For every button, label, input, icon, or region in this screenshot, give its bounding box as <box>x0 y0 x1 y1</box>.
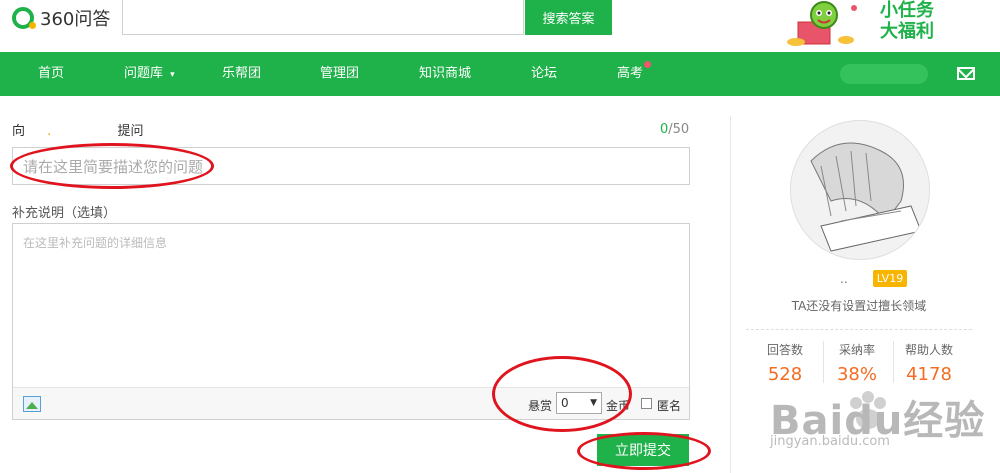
stat-answers-label: 回答数 <box>766 343 803 357</box>
anonymous-checkbox[interactable] <box>641 398 652 409</box>
stat-helped-value: 4178 <box>906 364 952 385</box>
insert-image-icon[interactable] <box>23 396 41 412</box>
nav-gaokao[interactable]: 高考 <box>617 52 652 96</box>
avatar-illustration <box>791 121 929 259</box>
anonymous-label: 匿名 <box>657 399 682 413</box>
logo-text: 360问答 <box>40 9 111 30</box>
page: 360问答 搜索答案 小任务 大福利 首页 问题库 ▾ 乐帮团 管理团 知识商城… <box>0 0 1000 473</box>
search-button[interactable]: 搜索答案 <box>525 0 612 35</box>
stat-answers: 回答数 528 <box>748 341 822 385</box>
char-count-max: /50 <box>668 122 690 137</box>
nav-question-bank[interactable]: 问题库 ▾ <box>124 52 175 96</box>
user-area-blurred[interactable] <box>840 64 928 84</box>
stat-adoption-rate: 采纳率 38% <box>820 341 894 385</box>
ask-to-suffix: 提问 <box>117 124 144 139</box>
char-counter: 0/50 <box>660 122 689 137</box>
expertise-text: TA还没有设置过擅长领域 <box>791 299 927 313</box>
supplement-label: 补充说明（选填） <box>12 206 117 221</box>
nav-knowledge-mall[interactable]: 知识商城 <box>419 52 471 96</box>
avatar[interactable] <box>790 120 930 260</box>
mascot-icon <box>787 1 857 46</box>
username[interactable]: .. <box>840 272 848 286</box>
notification-dot <box>644 61 652 68</box>
level-badge: LV19 <box>873 270 907 287</box>
nav-gaokao-label: 高考 <box>617 66 644 81</box>
promo-text: 小任务 大福利 <box>880 0 934 42</box>
stat-adoption-value: 38% <box>836 364 877 385</box>
watermark-url: jingyan.baidu.com <box>770 434 890 449</box>
sidebar-divider <box>730 116 731 473</box>
annotation-circle-reward <box>492 356 632 432</box>
annotation-circle-submit <box>577 432 711 470</box>
supplement-placeholder: 在这里补充问题的详细信息 <box>23 236 168 250</box>
site-logo[interactable]: 360问答 <box>12 6 110 30</box>
nav-admin-group[interactable]: 管理团 <box>320 52 359 96</box>
main-nav: 首页 问题库 ▾ 乐帮团 管理团 知识商城 论坛 高考 <box>0 52 1000 96</box>
stats-separator <box>746 329 972 330</box>
ask-to-label: 向 . 提问 <box>12 120 143 139</box>
stat-adoption-label: 采纳率 <box>838 343 875 357</box>
nav-question-bank-label: 问题库 <box>124 66 164 81</box>
stat-helped: 帮助人数 4178 <box>892 341 966 385</box>
logo-ring-icon <box>12 7 36 29</box>
nav-help-group[interactable]: 乐帮团 <box>222 52 261 96</box>
ask-to-user: . <box>47 124 52 139</box>
promo-banner[interactable]: 小任务 大福利 <box>780 0 960 48</box>
chevron-down-icon: ▾ <box>170 70 175 80</box>
mail-icon[interactable] <box>957 67 975 80</box>
search-input[interactable] <box>122 0 524 35</box>
nav-home[interactable]: 首页 <box>38 52 64 96</box>
annotation-circle-title <box>10 143 214 189</box>
nav-forum[interactable]: 论坛 <box>531 52 557 96</box>
stat-answers-value: 528 <box>767 364 803 385</box>
ask-to-prefix: 向 <box>12 124 26 139</box>
promo-line-1: 小任务 <box>880 0 934 21</box>
promo-line-2: 大福利 <box>880 21 934 42</box>
stat-helped-label: 帮助人数 <box>904 343 953 357</box>
